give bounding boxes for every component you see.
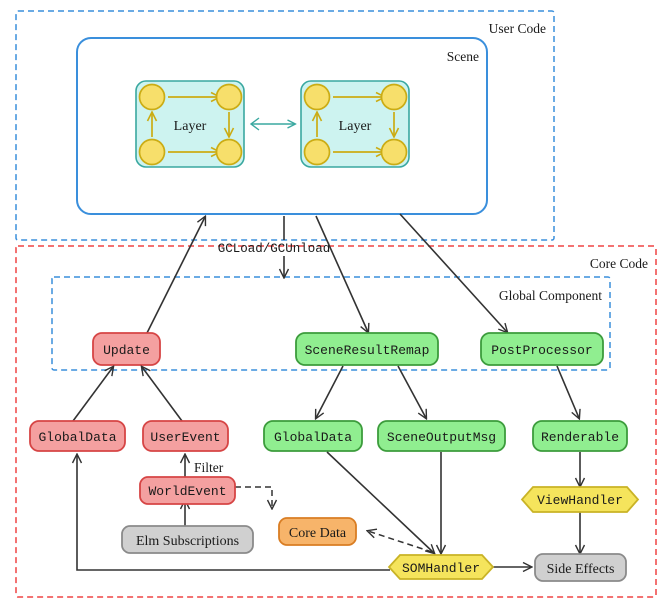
node-view-handler[interactable]: ViewHandler (520, 486, 640, 513)
node-renderable[interactable]: Renderable (532, 420, 628, 452)
arrow-globaldata-red-to-update (72, 367, 113, 422)
node-scene-output-msg-label: SceneOutputMsg (387, 430, 496, 445)
edge-label-gcload: GCLoad/GCUnload (218, 242, 331, 256)
node-side-effects[interactable]: Side Effects (534, 553, 627, 582)
arrow-scene-to-sceneresultremap (315, 215, 368, 332)
node-renderable-label: Renderable (541, 430, 619, 445)
node-som-handler[interactable]: SOMHandler (387, 554, 495, 580)
arrow-userevent-to-update (142, 367, 183, 422)
layer-left-node-bl (138, 138, 166, 166)
node-user-event-label: UserEvent (150, 430, 220, 445)
layer-left-label: Layer (174, 119, 207, 134)
node-core-data-label: Core Data (289, 526, 347, 541)
node-global-data-green[interactable]: GlobalData (263, 420, 363, 452)
node-view-handler-label: ViewHandler (537, 493, 623, 508)
node-som-handler-label: SOMHandler (402, 561, 480, 576)
group-user-code-label: User Code (489, 21, 546, 36)
layer-left: Layer (135, 80, 245, 168)
node-global-data-red[interactable]: GlobalData (29, 420, 126, 452)
node-scene-result-remap[interactable]: SceneResultRemap (295, 332, 439, 366)
node-elm-subscriptions-label: Elm Subscriptions (136, 534, 239, 549)
layer-left-node-tl (138, 83, 166, 111)
node-global-data-green-label: GlobalData (274, 430, 352, 445)
architecture-diagram: User Code Scene Layer Layer Core Code Gl… (15, 10, 657, 598)
node-global-data-red-label: GlobalData (38, 430, 116, 445)
node-core-data[interactable]: Core Data (278, 517, 357, 546)
group-scene-label: Scene (447, 49, 479, 64)
node-scene-result-remap-label: SceneResultRemap (305, 343, 430, 358)
edge-label-filter: Filter (194, 460, 224, 475)
group-core-code-label: Core Code (590, 256, 648, 271)
node-user-event[interactable]: UserEvent (142, 420, 229, 452)
layer-right: Layer (300, 80, 410, 168)
arrow-sceneresultremap-to-globaldata-green (316, 365, 344, 418)
node-post-processor-label: PostProcessor (491, 343, 592, 358)
layer-right-node-tl (303, 83, 331, 111)
group-global-component-label: Global Component (499, 288, 602, 303)
node-elm-subscriptions[interactable]: Elm Subscriptions (121, 525, 254, 554)
node-post-processor[interactable]: PostProcessor (480, 332, 604, 366)
node-world-event-label: WorldEvent (148, 484, 226, 499)
layer-right-node-tr (380, 83, 408, 111)
layer-right-node-br (380, 138, 408, 166)
arrow-sceneresultremap-to-sceneoutputmsg (397, 365, 426, 418)
node-scene-output-msg[interactable]: SceneOutputMsg (377, 420, 506, 452)
arrow-worldevent-to-coredata (235, 486, 272, 508)
node-update[interactable]: Update (92, 332, 161, 366)
node-update-label: Update (103, 343, 150, 358)
arrow-update-to-scene (146, 217, 205, 334)
layer-right-label: Layer (339, 119, 372, 134)
node-side-effects-label: Side Effects (547, 562, 615, 577)
layer-left-node-br (215, 138, 243, 166)
arrow-postprocessor-to-renderable (556, 365, 579, 418)
diagram-canvas: User Code Scene Layer Layer Core Code Gl… (0, 0, 664, 615)
node-world-event[interactable]: WorldEvent (139, 476, 236, 505)
layer-left-node-tr (215, 83, 243, 111)
layer-right-node-bl (303, 138, 331, 166)
arrow-scene-to-postprocessor (399, 213, 507, 332)
